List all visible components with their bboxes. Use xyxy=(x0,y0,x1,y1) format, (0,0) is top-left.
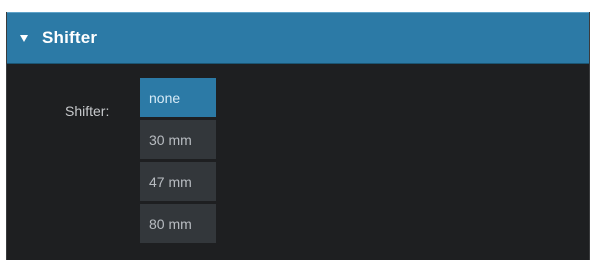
section-title: Shifter xyxy=(42,28,98,47)
shifter-option-80mm[interactable]: 80 mm xyxy=(140,204,216,243)
shifter-option-none[interactable]: none xyxy=(140,78,216,117)
section-header[interactable]: Shifter xyxy=(7,12,589,64)
shifter-panel: Shifter Shifter: none 30 mm 47 mm 80 mm xyxy=(6,12,590,260)
shifter-option-list: none 30 mm 47 mm 80 mm xyxy=(140,78,216,246)
shifter-field-label: Shifter: xyxy=(65,103,110,119)
triangle-down-icon[interactable] xyxy=(20,34,28,42)
shifter-option-47mm[interactable]: 47 mm xyxy=(140,162,216,201)
shifter-option-30mm[interactable]: 30 mm xyxy=(140,120,216,159)
